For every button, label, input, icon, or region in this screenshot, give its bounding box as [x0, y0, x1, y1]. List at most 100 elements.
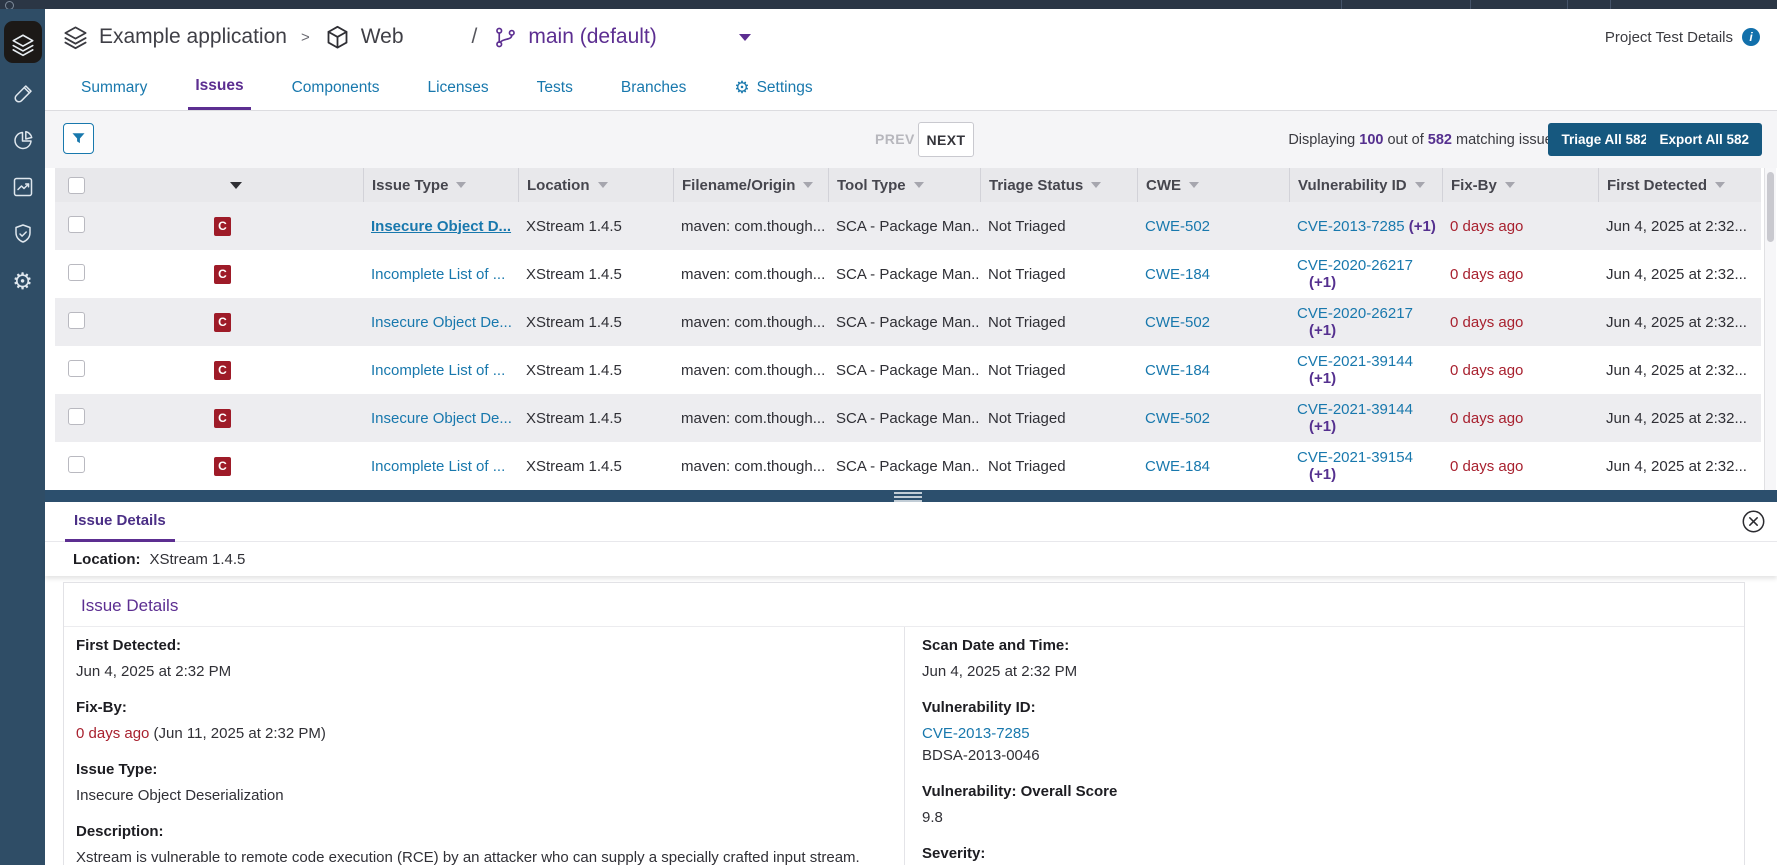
- cve-link[interactable]: CVE-2021-39154: [1297, 449, 1442, 466]
- tab-tests[interactable]: Tests: [530, 65, 580, 110]
- tab-summary[interactable]: Summary: [74, 65, 154, 110]
- cwe-link[interactable]: CWE-502: [1145, 314, 1210, 331]
- tab-branches[interactable]: Branches: [614, 65, 693, 110]
- breadcrumb-application-name[interactable]: Example application: [99, 25, 287, 49]
- sidebar-item-settings[interactable]: ⚙: [0, 261, 45, 301]
- select-all-checkbox[interactable]: [68, 177, 85, 194]
- table-scrollbar[interactable]: [1764, 168, 1776, 490]
- vulnerability-id-label: Vulnerability ID:: [922, 699, 1744, 717]
- additional-vulns-badge[interactable]: (+1): [1309, 370, 1442, 387]
- page-header: Example application > Web / main (defaul…: [45, 9, 1777, 65]
- column-header-filename-origin[interactable]: Filename/Origin: [673, 168, 828, 202]
- sidebar-item-security-policies[interactable]: [0, 214, 45, 254]
- sidebar-item-trends[interactable]: [0, 167, 45, 207]
- row-checkbox[interactable]: [68, 264, 85, 281]
- sidebar-item-tests[interactable]: [0, 74, 45, 114]
- branch-caret-down-icon[interactable]: [739, 34, 751, 41]
- column-header-first-detected[interactable]: First Detected: [1598, 168, 1761, 202]
- column-header-tool-type[interactable]: Tool Type: [828, 168, 980, 202]
- table-row[interactable]: C Incomplete List of ... XStream 1.4.5 m…: [55, 442, 1761, 490]
- tab-licenses[interactable]: Licenses: [420, 65, 495, 110]
- fix-by-overdue: 0 days ago: [76, 725, 149, 742]
- tab-components[interactable]: Components: [285, 65, 387, 110]
- additional-vulns-badge[interactable]: (+1): [1409, 218, 1436, 235]
- additional-vulns-badge[interactable]: (+1): [1309, 274, 1442, 291]
- branch-selector-label[interactable]: main (default): [528, 25, 656, 49]
- issue-type-link[interactable]: Incomplete List of ...: [371, 458, 505, 475]
- displaying-count-text: Displaying 100 out of 582 matching issue…: [1288, 132, 1560, 148]
- row-checkbox[interactable]: [68, 408, 85, 425]
- table-row[interactable]: C Insecure Object De... XStream 1.4.5 ma…: [55, 298, 1761, 346]
- breadcrumb-project-name[interactable]: Web: [361, 25, 404, 49]
- issue-type-link[interactable]: Insecure Object De...: [371, 410, 512, 427]
- sidebar-item-projects[interactable]: [0, 25, 45, 65]
- issue-type-link[interactable]: Insecure Object De...: [371, 314, 512, 331]
- additional-vulns-badge[interactable]: (+1): [1309, 322, 1442, 339]
- cwe-link[interactable]: CWE-502: [1145, 410, 1210, 427]
- severity-critical-badge: C: [214, 457, 231, 476]
- filename-origin-cell: maven: com.though...: [673, 218, 828, 235]
- column-header-severity[interactable]: [100, 168, 363, 202]
- sidebar-item-reports[interactable]: [0, 120, 45, 160]
- first-detected-cell: Jun 4, 2025 at 2:32...: [1598, 218, 1761, 235]
- triage-all-button[interactable]: Triage All 582: [1548, 123, 1661, 156]
- cwe-link[interactable]: CWE-184: [1145, 266, 1210, 283]
- application-layers-icon: [62, 24, 89, 51]
- close-panel-button[interactable]: [1742, 510, 1765, 533]
- location-cell: XStream 1.4.5: [518, 458, 673, 475]
- sort-icon: [456, 182, 466, 188]
- severity-label: Severity:: [922, 845, 1744, 863]
- row-checkbox[interactable]: [68, 312, 85, 329]
- project-test-details-label: Project Test Details: [1605, 29, 1733, 46]
- first-detected-label: First Detected:: [76, 637, 884, 655]
- tab-issue-details[interactable]: Issue Details: [65, 502, 175, 542]
- filename-origin-cell: maven: com.though...: [673, 314, 828, 331]
- next-page-button[interactable]: NEXT: [918, 122, 974, 157]
- info-icon[interactable]: i: [1742, 28, 1760, 46]
- table-row[interactable]: C Incomplete List of ... XStream 1.4.5 m…: [55, 250, 1761, 298]
- column-header-cwe[interactable]: CWE: [1137, 168, 1289, 202]
- column-header-vulnerability-id[interactable]: Vulnerability ID: [1289, 168, 1442, 202]
- breadcrumb: Example application > Web / main (defaul…: [62, 24, 751, 51]
- issues-table: Issue Type Location Filename/Origin Tool…: [55, 168, 1761, 490]
- row-checkbox[interactable]: [68, 360, 85, 377]
- row-checkbox[interactable]: [68, 216, 85, 233]
- tab-settings[interactable]: ⚙Settings: [727, 65, 819, 110]
- cwe-link[interactable]: CWE-502: [1145, 218, 1210, 235]
- table-row[interactable]: C Insecure Object De... XStream 1.4.5 ma…: [55, 394, 1761, 442]
- cve-link[interactable]: CVE-2020-26217: [1297, 257, 1442, 274]
- issue-type-link[interactable]: Incomplete List of ...: [371, 362, 505, 379]
- severity-critical-badge: C: [214, 409, 231, 428]
- column-header-fix-by[interactable]: Fix-By: [1442, 168, 1598, 202]
- panel-splitter[interactable]: [45, 490, 1777, 502]
- cve-link[interactable]: CVE-2021-39144: [1297, 353, 1442, 370]
- column-header-location[interactable]: Location: [518, 168, 673, 202]
- scrollbar-thumb[interactable]: [1767, 172, 1774, 242]
- scan-date-value: Jun 4, 2025 at 2:32 PM: [922, 663, 1744, 681]
- additional-vulns-badge[interactable]: (+1): [1309, 466, 1442, 483]
- filter-button[interactable]: [63, 123, 94, 154]
- issue-type-link[interactable]: Incomplete List of ...: [371, 266, 505, 283]
- prev-page-button[interactable]: PREV: [875, 131, 915, 147]
- bdsa-value: BDSA-2013-0046: [922, 747, 1744, 765]
- cve-link[interactable]: CVE-2021-39144: [1297, 401, 1442, 418]
- additional-vulns-badge[interactable]: (+1): [1309, 418, 1442, 435]
- location-cell: XStream 1.4.5: [518, 218, 673, 235]
- cve-link[interactable]: CVE-2020-26217: [1297, 305, 1442, 322]
- table-row[interactable]: C Incomplete List of ... XStream 1.4.5 m…: [55, 346, 1761, 394]
- row-checkbox[interactable]: [68, 456, 85, 473]
- tab-issues[interactable]: Issues: [188, 65, 250, 110]
- cwe-link[interactable]: CWE-184: [1145, 458, 1210, 475]
- project-tabs: Summary Issues Components Licenses Tests…: [45, 65, 1777, 110]
- column-header-issue-type[interactable]: Issue Type: [363, 168, 518, 202]
- export-all-button[interactable]: Export All 582: [1646, 123, 1762, 156]
- cwe-link[interactable]: CWE-184: [1145, 362, 1210, 379]
- cve-link[interactable]: CVE-2013-7285: [1297, 218, 1405, 235]
- column-header-triage-status[interactable]: Triage Status: [980, 168, 1137, 202]
- issue-type-link[interactable]: Insecure Object D...: [371, 218, 511, 235]
- table-row[interactable]: C Insecure Object D... XStream 1.4.5 mav…: [55, 202, 1761, 250]
- cve-link[interactable]: CVE-2013-7285: [922, 725, 1030, 742]
- severity-critical-badge: C: [214, 313, 231, 332]
- sort-icon: [803, 182, 813, 188]
- tool-type-cell: SCA - Package Man...: [828, 314, 980, 331]
